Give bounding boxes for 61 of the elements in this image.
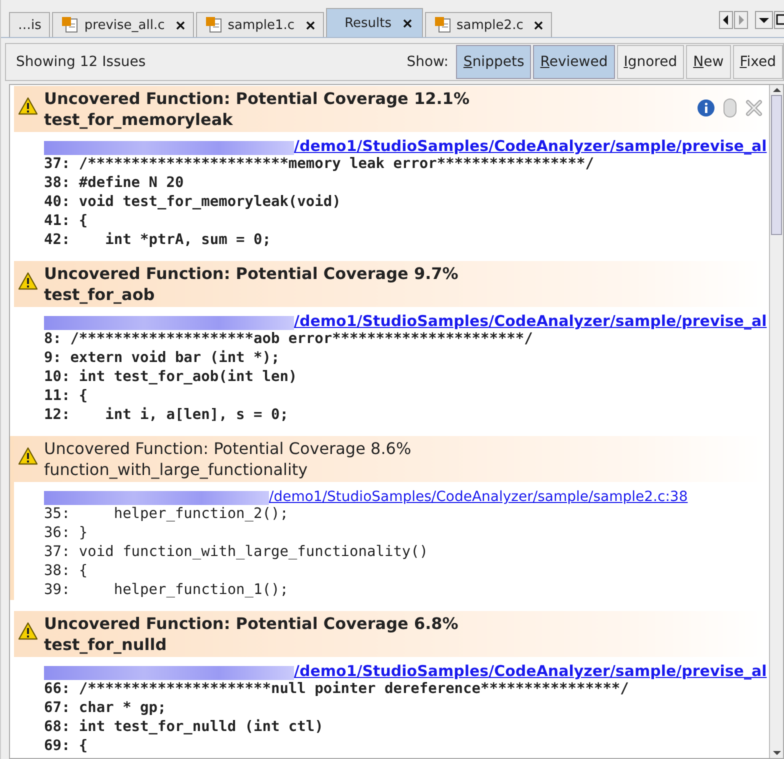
warning-icon	[18, 272, 38, 290]
code-line: 40: void test_for_memoryleak(void)	[44, 193, 342, 212]
info-icon[interactable]	[697, 99, 715, 117]
code-line: 38: {	[44, 562, 89, 581]
function-name: test_for_nulld	[44, 634, 168, 655]
issue-count: Showing 12 Issues	[16, 54, 147, 70]
file-link[interactable]: /demo1/StudioSamples/CodeAnalyzer/sample/previse_al	[294, 662, 767, 680]
code-line: 12: int i, a[len], s = 0;	[44, 406, 290, 425]
close-icon[interactable]	[306, 20, 315, 30]
code-line: 66: /*********************null pointer dereference****************/	[44, 680, 630, 699]
warning-icon	[18, 622, 38, 640]
editor-tab[interactable]: previse_all.c	[52, 12, 194, 37]
code-line: 10: int test_for_aob(int len)	[44, 368, 298, 387]
editor-tab[interactable]: sample1.c	[196, 12, 324, 37]
c-file-icon	[204, 16, 223, 34]
dropdown-icon[interactable]	[755, 11, 773, 29]
issue-title: Uncovered Function: Potential Coverage 9.7%	[44, 263, 460, 284]
scrollbar-thumb[interactable]	[771, 95, 782, 235]
warning-icon	[18, 97, 38, 115]
code-line: 37: /***********************memory leak error*****************/	[44, 155, 595, 174]
filter-toggle[interactable]: Ignored	[616, 45, 684, 79]
toggle-icon[interactable]	[723, 98, 737, 118]
file-link[interactable]: /demo1/StudioSamples/CodeAnalyzer/sample/sample2.c:38	[269, 489, 688, 505]
function-name: test_for_memoryleak	[44, 109, 234, 130]
warning-icon	[18, 447, 38, 465]
show-label: Show:	[406, 54, 448, 70]
code-line: 9: extern void bar (int *);	[44, 349, 281, 368]
close-icon[interactable]	[402, 18, 412, 28]
function-name: test_for_aob	[44, 284, 156, 305]
code-line: 42: int *ptrA, sum = 0;	[44, 231, 272, 250]
code-line: 36: }	[44, 524, 89, 543]
scroll-down-icon[interactable]	[770, 748, 782, 758]
maximize-icon[interactable]	[774, 11, 784, 29]
close-icon[interactable]	[534, 20, 544, 30]
function-name: function_with_large_functionality	[44, 459, 309, 480]
filter-toggle[interactable]: New	[686, 45, 731, 79]
code-line: 35: helper_function_2();	[44, 505, 290, 524]
code-line: 38: #define N 20	[44, 174, 185, 193]
code-line: 41: {	[44, 212, 89, 231]
scroll-left-icon[interactable]	[719, 11, 733, 29]
filter-toggle[interactable]: Reviewed	[533, 45, 615, 79]
code-line: 68: int test_for_nulld (int ctl)	[44, 718, 324, 737]
editor-tab[interactable]: sample2.c	[424, 12, 552, 37]
code-line: 37: void function_with_large_functionality()	[44, 543, 430, 562]
filter-toggle[interactable]: Snippets	[456, 45, 532, 79]
issue-title: Uncovered Function: Potential Coverage 12.1%	[44, 88, 470, 109]
code-line: 8: /********************aob error**********************/	[44, 330, 534, 349]
c-file-icon	[434, 16, 452, 34]
c-file-icon	[61, 16, 80, 34]
code-line: 39: helper_function_1();	[44, 581, 290, 600]
close-icon[interactable]	[176, 20, 185, 30]
filter-toggle[interactable]: Fixed	[732, 45, 783, 79]
issue-title: Uncovered Function: Potential Coverage 6.8%	[44, 613, 460, 634]
code-line: 11: {	[44, 387, 89, 406]
editor-tab[interactable]: …is	[9, 12, 50, 37]
code-line: 69: {	[44, 737, 89, 756]
code-line: 67: char * gp;	[44, 699, 168, 718]
file-link[interactable]: /demo1/StudioSamples/CodeAnalyzer/sample/previse_al	[294, 312, 767, 330]
issue-title: Uncovered Function: Potential Coverage 8.6%	[44, 438, 412, 459]
editor-tab[interactable]: Results	[326, 8, 423, 37]
file-link[interactable]: /demo1/StudioSamples/CodeAnalyzer/sample/previse_al	[294, 137, 767, 155]
